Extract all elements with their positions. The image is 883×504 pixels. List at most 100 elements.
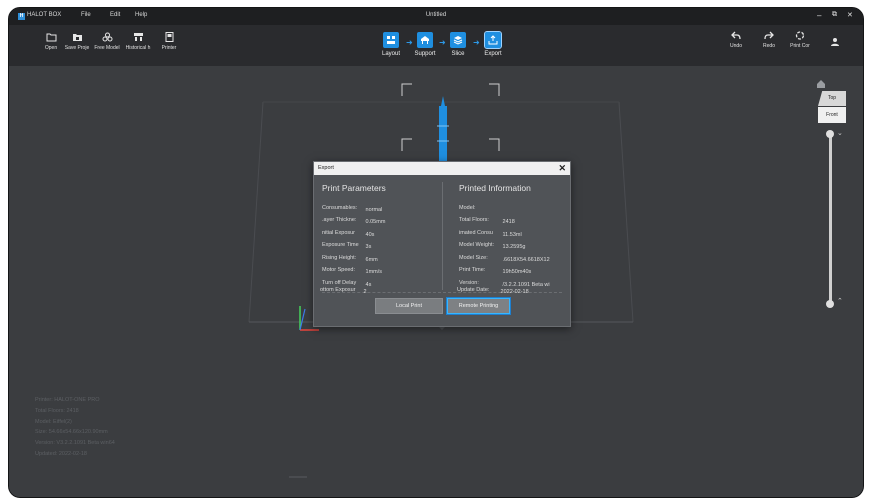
open-label: Open: [44, 45, 58, 51]
step-export[interactable]: Export: [474, 31, 512, 57]
support-icon: [417, 32, 433, 48]
remote-printing-button[interactable]: Remote Printing: [446, 297, 511, 315]
param-key: Motor Speed:: [322, 267, 356, 273]
undo-button[interactable]: Undo: [723, 31, 749, 49]
info-row: imated Consu 11.53ml: [459, 230, 522, 238]
save-project-label: Save Proje: [64, 45, 90, 51]
printer-icon: [165, 32, 173, 42]
slice-icon: [450, 32, 466, 48]
step-support-label: Support: [414, 51, 436, 57]
window-title: Untitled: [425, 12, 447, 18]
info-row: Model Size: .6618X54.6618X12: [459, 255, 550, 263]
step-export-label: Export: [484, 51, 502, 57]
save-project-button[interactable]: Save Proje: [62, 29, 92, 51]
info-version: Version: V3.2.2.1091 Beta win64: [35, 440, 115, 447]
param-row: nitial Exposur 40s: [322, 230, 374, 238]
dialog-title-bar: Export ✕: [314, 162, 570, 175]
close-window-button[interactable]: ✕: [847, 11, 853, 19]
print-control-button[interactable]: Print Cor: [787, 31, 813, 49]
undo-icon: [731, 31, 741, 40]
view-cube[interactable]: Top Front: [818, 91, 846, 125]
param-row: Consumables: normal: [322, 205, 382, 213]
print-control-label: Print Cor: [790, 43, 810, 49]
printer-button[interactable]: Printer: [154, 29, 184, 51]
step-layout[interactable]: Layout: [372, 32, 410, 57]
info-row: Print Time: 19h50m40s: [459, 267, 531, 275]
print-parameters-heading: Print Parameters: [322, 183, 386, 193]
info-key: Model Weight:: [459, 242, 495, 248]
view-cube-front-label: Front: [826, 112, 838, 118]
home-icon: [817, 80, 825, 88]
param-key: ottom Exposur: [320, 287, 356, 293]
info-printer: Printer: HALOT-ONE PRO: [35, 397, 100, 403]
local-print-button[interactable]: Local Print: [375, 298, 443, 314]
param-key: Exposure Time: [322, 242, 359, 248]
chevron-up-icon[interactable]: ⌃: [837, 297, 843, 305]
models-icon: [102, 32, 112, 42]
redo-label: Redo: [763, 43, 775, 49]
info-key: Model Size:: [459, 255, 488, 261]
toolbar: Open Save Proje Free Model Historical h …: [9, 25, 863, 67]
column-divider: [442, 182, 443, 290]
chevron-down-icon[interactable]: ⌄: [837, 129, 843, 137]
dialog-title: Export: [318, 165, 334, 171]
home-view-button[interactable]: [816, 76, 826, 88]
info-updated: Updated: 2022-02-18: [35, 450, 87, 457]
info-key: Model:: [459, 205, 476, 211]
free-model-button[interactable]: Free Model: [92, 29, 122, 51]
info-value: 2022-02-18: [500, 289, 529, 295]
export-dialog: Export ✕ Print Parameters Printed Inform…: [313, 161, 571, 327]
info-total-floors: Total Floors: 2418: [35, 407, 79, 414]
param-key: Consumables:: [322, 205, 358, 211]
param-key: Rising Height:: [322, 255, 357, 261]
view-cube-top-label: Top: [827, 95, 837, 101]
step-slice[interactable]: Slice: [439, 32, 477, 57]
info-key: Update Date:: [457, 287, 490, 293]
param-value: 3s: [365, 244, 372, 250]
param-row: ottom Exposur 2: [320, 287, 367, 295]
info-row: Model:: [459, 205, 501, 213]
free-model-label: Free Model: [94, 45, 120, 51]
layer-slider[interactable]: [829, 134, 832, 304]
param-key: nitial Exposur: [322, 230, 356, 236]
folder-open-icon: [46, 33, 56, 42]
export-icon: [484, 31, 502, 49]
minimize-button[interactable]: ‒: [817, 11, 821, 20]
info-key: Version:: [459, 280, 479, 286]
info-value: 19h50m40s: [502, 269, 532, 275]
historical-label: Historical h: [125, 45, 151, 51]
step-slice-label: Slice: [451, 51, 465, 57]
info-key: Print Time:: [459, 267, 486, 273]
user-icon: [831, 38, 839, 46]
redo-icon: [764, 31, 774, 40]
param-key: Turn off Delay: [322, 280, 357, 286]
param-value: 40s: [365, 232, 375, 238]
user-button[interactable]: [822, 37, 848, 47]
param-value: 1mm/s: [365, 269, 383, 275]
info-value: 11.53ml: [502, 232, 522, 238]
param-row: .ayer Thickne: 0.05mm: [322, 217, 385, 225]
layer-slider-top-handle[interactable]: [826, 130, 834, 138]
param-value: 6mm: [365, 257, 378, 263]
model-info-panel: Printer: HALOT-ONE PRO Total Floors: 241…: [35, 395, 115, 460]
title-bar: H HALOT BOX File Edit Help Untitled ‒ ⧉ …: [9, 8, 863, 25]
param-row: Exposure Time 3s: [322, 242, 371, 250]
layer-slider-bottom-handle[interactable]: [826, 300, 834, 308]
historical-button[interactable]: Historical h: [123, 29, 153, 51]
redo-button[interactable]: Redo: [756, 31, 782, 49]
info-key: imated Consu: [459, 230, 493, 236]
close-icon[interactable]: ✕: [558, 163, 566, 174]
print-control-icon: [795, 31, 805, 40]
param-row: Rising Height: 6mm: [322, 255, 378, 263]
step-layout-label: Layout: [381, 51, 400, 57]
undo-label: Undo: [730, 43, 742, 49]
info-key: Total Floors:: [459, 217, 489, 223]
restore-button[interactable]: ⧉: [832, 11, 837, 19]
info-size: Size: 54.66x54.66x120.90mm: [35, 429, 108, 436]
info-value: 13.2595g: [502, 244, 526, 250]
printed-information-heading: Printed Information: [459, 183, 531, 193]
info-row: Update Date: 2022-02-18: [457, 287, 529, 295]
param-row: Motor Speed: 1mm/s: [322, 267, 382, 275]
info-model: Model: Eiffel(2): [35, 418, 72, 425]
layout-icon: [383, 32, 399, 48]
